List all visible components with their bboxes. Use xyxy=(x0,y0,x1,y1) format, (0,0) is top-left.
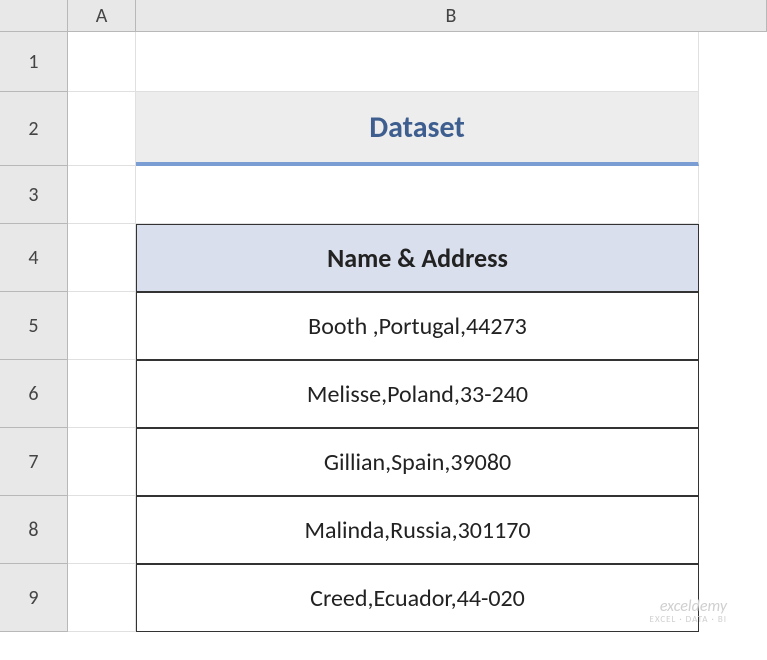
cell-B2-dataset-title[interactable]: Dataset xyxy=(136,92,699,166)
cell-A6[interactable] xyxy=(68,360,136,428)
row-header-9[interactable]: 9 xyxy=(0,564,68,632)
cell-A3[interactable] xyxy=(68,166,136,224)
watermark-main: exceldemy xyxy=(650,598,727,616)
cell-A5[interactable] xyxy=(68,292,136,360)
column-header-A[interactable]: A xyxy=(68,0,136,32)
column-header-B[interactable]: B xyxy=(136,0,767,32)
cells-area: Dataset Name & Address Booth ,Portugal,4… xyxy=(68,32,767,660)
row-header-1[interactable]: 1 xyxy=(0,32,68,92)
cell-A1[interactable] xyxy=(68,32,136,92)
row-header-4[interactable]: 4 xyxy=(0,224,68,292)
watermark-sub: EXCEL · DATA · BI xyxy=(650,615,727,625)
cell-A7[interactable] xyxy=(68,428,136,496)
select-all-corner[interactable] xyxy=(0,0,68,32)
cell-A9[interactable] xyxy=(68,564,136,632)
grid-body: 1 2 3 4 5 6 7 8 9 Dataset Name & Address… xyxy=(0,32,767,660)
column-header-row: A B xyxy=(0,0,767,32)
row-header-3[interactable]: 3 xyxy=(0,166,68,224)
row-header-column: 1 2 3 4 5 6 7 8 9 xyxy=(0,32,68,660)
cell-B5-table-row[interactable]: Booth ,Portugal,44273 xyxy=(136,292,699,360)
cell-B3[interactable] xyxy=(136,166,699,224)
row-header-5[interactable]: 5 xyxy=(0,292,68,360)
row-header-8[interactable]: 8 xyxy=(0,496,68,564)
row-header-2[interactable]: 2 xyxy=(0,92,68,166)
spreadsheet-grid: A B 1 2 3 4 5 6 7 8 9 Dataset Name & Add… xyxy=(0,0,767,660)
cell-A8[interactable] xyxy=(68,496,136,564)
cell-B4-table-header[interactable]: Name & Address xyxy=(136,224,699,292)
cell-A2[interactable] xyxy=(68,92,136,166)
watermark: exceldemy EXCEL · DATA · BI xyxy=(650,598,727,625)
row-header-6[interactable]: 6 xyxy=(0,360,68,428)
cell-B6-table-row[interactable]: Melisse,Poland,33-240 xyxy=(136,360,699,428)
cell-B7-table-row[interactable]: Gillian,Spain,39080 xyxy=(136,428,699,496)
cell-B1[interactable] xyxy=(136,32,699,92)
cell-A4[interactable] xyxy=(68,224,136,292)
cell-B8-table-row[interactable]: Malinda,Russia,301170 xyxy=(136,496,699,564)
row-header-7[interactable]: 7 xyxy=(0,428,68,496)
cell-B9-table-row[interactable]: Creed,Ecuador,44-020 xyxy=(136,564,699,632)
